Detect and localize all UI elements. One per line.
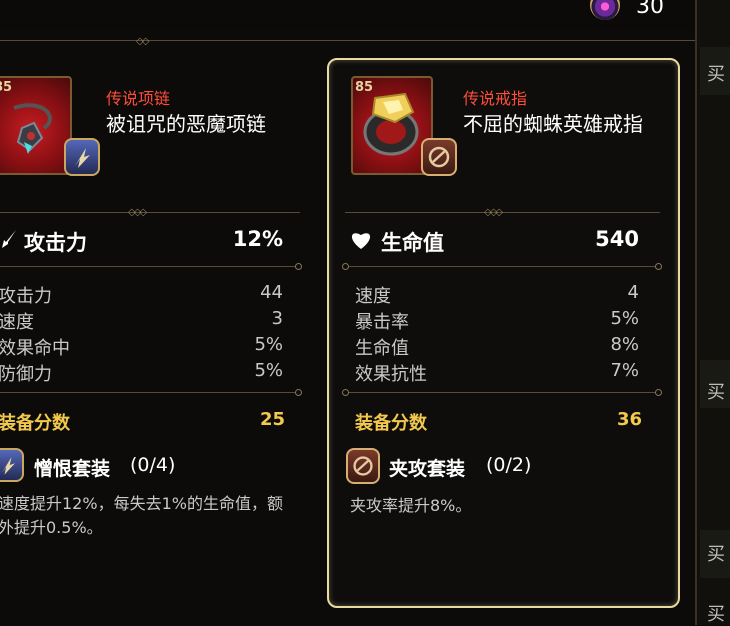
sub-stat-value: 5% — [254, 334, 283, 355]
necklace-icon — [13, 103, 52, 154]
main-stat-label: 攻击力 — [24, 231, 87, 255]
item-rarity: 传说戒指 — [463, 89, 528, 108]
section-divider — [345, 212, 660, 213]
sub-stat-label: 速度 — [0, 312, 34, 333]
divider-dot — [295, 389, 302, 396]
set-name: 夹攻套装 — [389, 458, 466, 480]
pincer-set-icon — [421, 138, 457, 176]
sub-stat-label: 效果抗性 — [355, 364, 427, 385]
gear-score-label: 装备分数 — [355, 413, 427, 434]
divider-dot — [655, 389, 662, 396]
divider-dot — [655, 263, 662, 270]
set-progress: (0/2) — [486, 454, 532, 476]
heart-icon — [351, 233, 371, 249]
sub-stat-value: 44 — [260, 282, 283, 303]
section-divider — [0, 212, 300, 213]
divider-ornament: ◇◇ — [136, 36, 149, 47]
side-list-label: 买 — [707, 382, 725, 403]
section-divider — [345, 392, 660, 393]
set-description: 速度提升12%，每失去1%的生命值，额外提升0.5%。 — [0, 494, 283, 537]
sub-stat-label: 生命值 — [355, 338, 409, 359]
sword-icon — [2, 230, 16, 248]
main-stat-label: 生命值 — [381, 231, 444, 255]
sub-stat-value: 5% — [254, 360, 283, 381]
divider-dot — [342, 389, 349, 396]
main-stat-value: 12% — [232, 227, 283, 251]
set-name: 憎恨套装 — [34, 458, 111, 480]
divider-ornament: ◇◇◇ — [128, 207, 147, 218]
side-list-label: 买 — [707, 604, 725, 625]
gear-score-value: 36 — [616, 409, 642, 430]
panel-divider — [0, 40, 695, 41]
sub-stat-label: 防御力 — [0, 364, 52, 385]
section-divider — [0, 266, 300, 267]
hate-set-icon — [0, 448, 24, 482]
sub-stat-value: 4 — [627, 282, 639, 303]
sub-stat-label: 效果命中 — [0, 338, 70, 359]
sub-stat-value: 5% — [610, 308, 639, 329]
currency-count: 30 — [636, 0, 664, 19]
sub-stat-label: 攻击力 — [0, 286, 52, 307]
necklace-item-thumb[interactable]: 85 — [0, 76, 72, 175]
set-progress: (0/4) — [130, 454, 176, 476]
item-level: 85 — [0, 80, 13, 95]
gear-score-value: 25 — [259, 409, 285, 430]
item-name: 不屈的蜘蛛英雄戒指 — [463, 112, 643, 136]
sub-stat-label: 暴击率 — [355, 312, 409, 333]
divider-ornament: ◇◇◇ — [484, 207, 503, 218]
set-description: 夹攻率提升8%。 — [350, 496, 472, 515]
hate-set-icon — [64, 138, 100, 176]
side-list-label: 买 — [707, 544, 725, 565]
item-name: 被诅咒的恶魔项链 — [106, 112, 266, 136]
item-rarity: 传说项链 — [106, 89, 171, 108]
pincer-set-icon — [346, 448, 380, 484]
side-list-label: 买 — [707, 64, 725, 85]
sub-stat-label: 速度 — [355, 286, 391, 307]
section-divider — [0, 392, 300, 393]
divider-dot — [342, 263, 349, 270]
main-stat-value: 540 — [595, 227, 639, 251]
sub-stat-value: 7% — [610, 360, 639, 381]
gear-score-label: 装备分数 — [0, 413, 70, 434]
divider-dot — [295, 263, 302, 270]
sub-stat-value: 8% — [610, 334, 639, 355]
ring-icon — [363, 92, 419, 156]
sub-stat-value: 3 — [271, 308, 283, 329]
section-divider — [345, 266, 660, 267]
